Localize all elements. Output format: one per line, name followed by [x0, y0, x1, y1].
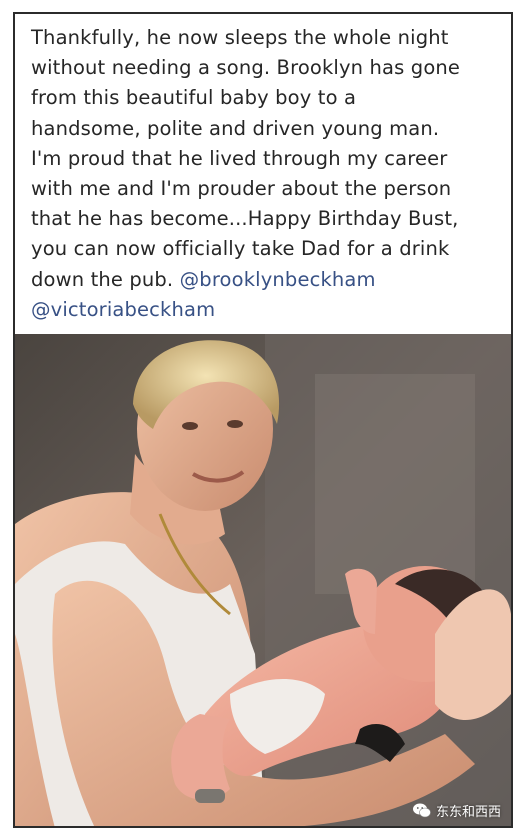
caption-line-7: that he has become...Happy Birthday Bust…	[31, 207, 459, 231]
caption-line-1: Thankfully, he now sleeps the whole nigh…	[31, 26, 449, 49]
watermark-text: 东东和西西	[435, 805, 501, 820]
photo-of-man-holding-newborn-icon	[15, 334, 511, 826]
caption-line-3: from this beautiful baby boy to a	[31, 86, 357, 110]
watermark: 东东和西西	[412, 801, 501, 820]
caption-line-5: I'm proud that he lived through my caree…	[31, 146, 448, 170]
mention-link-victoria[interactable]: @victoriabeckham	[31, 298, 215, 321]
caption-line-2: without needing a song. Brooklyn has gon…	[31, 56, 461, 80]
caption-line-8: you can now officially take Dad for a dr…	[31, 237, 450, 261]
caption-line-4: handsome, polite and driven young man.	[31, 116, 440, 140]
mention-link-brooklyn[interactable]: @brooklynbeckham	[180, 268, 376, 291]
wechat-icon	[412, 803, 431, 818]
caption-line-9: down the pub. @brooklynbeckham	[31, 265, 501, 295]
post-caption: Thankfully, he now sleeps the whole nigh…	[31, 23, 501, 325]
post-photo: 东东和西西	[15, 334, 511, 826]
caption-line-6: with me and I'm prouder about the person	[31, 177, 452, 201]
caption-line-10: @victoriabeckham	[31, 295, 501, 325]
post-frame: Thankfully, he now sleeps the whole nigh…	[13, 12, 513, 828]
caption-last-text: down the pub.	[31, 267, 174, 291]
